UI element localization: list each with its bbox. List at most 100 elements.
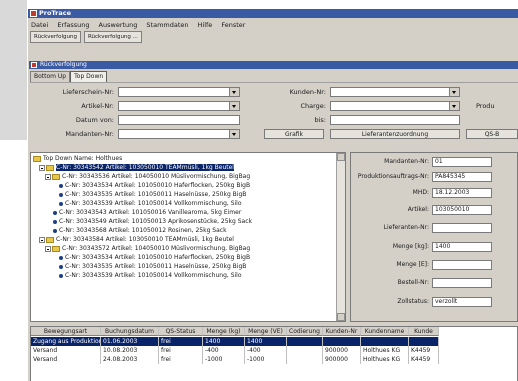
- tab-strip: Bottom Up Top Down: [30, 71, 108, 82]
- column-header[interactable]: QS-Status: [159, 327, 203, 336]
- table-cell: -400: [203, 346, 245, 355]
- menu-bar: Datei Erfassung Auswertung Stammdaten Hi…: [28, 20, 518, 30]
- collapse-icon[interactable]: [45, 173, 51, 180]
- chevron-down-icon[interactable]: [229, 130, 239, 138]
- tree-label: C-Nr: 30343534 Artikel: 101050010 Haferf…: [65, 182, 251, 189]
- lieferschein-field[interactable]: [118, 87, 240, 97]
- menu-erfassung[interactable]: Erfassung: [57, 20, 89, 30]
- menge-e-field[interactable]: [432, 260, 492, 270]
- produ-label: Produ: [476, 102, 495, 110]
- menu-hilfe[interactable]: Hilfe: [198, 20, 213, 30]
- bullet-icon: [59, 192, 63, 197]
- zollstatus-field[interactable]: verzollt: [432, 297, 492, 307]
- scroll-up-icon[interactable]: [337, 153, 345, 161]
- bullet-icon: [59, 183, 63, 188]
- table-cell: K4459: [409, 346, 439, 355]
- menu-auswertung[interactable]: Auswertung: [99, 20, 138, 30]
- bis-label: bis:: [314, 116, 326, 124]
- table-cell: Holthues KG: [361, 355, 409, 364]
- produktionsauftrag-field[interactable]: PA845345: [432, 172, 492, 182]
- table-row[interactable]: Zugang aus Produktion 01.06.2003 frei 14…: [31, 337, 439, 346]
- lieferanten-field[interactable]: [432, 223, 492, 233]
- tree-scrollbar[interactable]: [336, 153, 345, 321]
- lieferantenzuordnung-button[interactable]: Lieferantenzuordnung: [330, 129, 460, 139]
- tab-bottom-up[interactable]: Bottom Up: [30, 71, 71, 82]
- detail-label: Bestell-Nr:: [397, 279, 429, 286]
- artikel-field[interactable]: [118, 101, 240, 111]
- column-header[interactable]: Codierung: [287, 327, 323, 336]
- menu-datei[interactable]: Datei: [31, 20, 48, 30]
- collapse-icon[interactable]: [45, 245, 51, 252]
- charge-field[interactable]: [330, 101, 460, 111]
- table-cell: 1400: [203, 337, 245, 346]
- table-cell: -1000: [245, 355, 287, 364]
- subwindow-title: Rückverfolgung: [40, 61, 87, 68]
- mandanten-field[interactable]: [118, 129, 240, 139]
- scroll-down-icon[interactable]: [337, 313, 345, 321]
- tree-label: C-Nr: 30343572 Artikel: 104050010 Müsliv…: [62, 245, 251, 252]
- column-header[interactable]: Kunden-Nr: [323, 327, 361, 336]
- detail-label: Mandanten-Nr:: [384, 158, 429, 165]
- detail-label: Artikel:: [407, 206, 429, 213]
- datum-von-field[interactable]: [118, 115, 240, 125]
- qs-button[interactable]: QS-B: [466, 129, 518, 139]
- toolbar-rueckverfolgung[interactable]: Rückverfolgung: [30, 31, 81, 43]
- chevron-down-icon[interactable]: [229, 102, 239, 110]
- detail-label: Lieferanten-Nr:: [383, 224, 429, 231]
- toolbar-rueckverfolgung-window[interactable]: Rückverfolgung ...: [83, 31, 142, 43]
- table-cell: 10.08.2003: [101, 346, 159, 355]
- bullet-icon: [53, 219, 57, 224]
- column-header[interactable]: Kunde: [409, 327, 439, 336]
- bis-field[interactable]: [330, 115, 460, 125]
- title-bar: ProTrace: [28, 9, 518, 18]
- table-cell: [287, 337, 323, 346]
- kunden-field[interactable]: [330, 87, 460, 97]
- detail-label: MHD:: [412, 189, 429, 196]
- chevron-down-icon[interactable]: [449, 88, 459, 96]
- bullet-icon: [59, 255, 63, 260]
- tab-top-down[interactable]: Top Down: [70, 71, 108, 82]
- table-row[interactable]: Versand 24.08.2003 frei -1000 -1000 9000…: [31, 355, 439, 364]
- collapse-icon[interactable]: [39, 236, 45, 243]
- column-header[interactable]: Kundenname: [361, 327, 409, 336]
- bullet-icon: [53, 228, 57, 233]
- table-cell: Versand: [31, 346, 101, 355]
- mandanten-nr-field[interactable]: 01: [432, 157, 492, 167]
- folder-icon: [46, 236, 54, 243]
- column-header[interactable]: Buchungsdatum: [101, 327, 159, 336]
- tree-label: C-Nr: 30343535 Artikel: 101050011 Haseln…: [65, 263, 247, 270]
- bestell-field[interactable]: [432, 278, 492, 288]
- tree-leaf[interactable]: C-Nr: 30343539 Artikel: 101050014 Vollko…: [59, 271, 242, 281]
- table-cell: [287, 355, 323, 364]
- folder-icon: [52, 173, 60, 180]
- menu-fenster[interactable]: Fenster: [221, 20, 245, 30]
- datum-von-label: Datum von:: [75, 116, 114, 124]
- chevron-down-icon[interactable]: [449, 102, 459, 110]
- chevron-down-icon[interactable]: [229, 88, 239, 96]
- menge-kg-field[interactable]: 1400: [432, 242, 492, 252]
- artikel-detail-field[interactable]: 103050010: [432, 205, 492, 215]
- tree-label: C-Nr: 30343534 Artikel: 101050010 Haferf…: [65, 254, 251, 261]
- detail-label: Menge [E]:: [396, 261, 429, 268]
- tree-label: C-Nr: 30343539 Artikel: 101050014 Vollko…: [65, 200, 242, 207]
- column-header[interactable]: Menge (kg): [203, 327, 245, 336]
- screenshot: ProTrace Datei Erfassung Auswertung Stam…: [0, 0, 518, 381]
- grafik-button[interactable]: Grafik: [264, 129, 324, 139]
- table-cell: [409, 337, 439, 346]
- mhd-field[interactable]: 18.12.2003: [432, 188, 492, 198]
- table-cell: frei: [159, 337, 203, 346]
- column-header[interactable]: Bewegungsart: [31, 327, 101, 336]
- table-row[interactable]: Versand 10.08.2003 frei -400 -400 900000…: [31, 346, 439, 355]
- menu-stammdaten[interactable]: Stammdaten: [146, 20, 188, 30]
- app-icon: [30, 10, 37, 17]
- lieferschein-label: Lieferschein-Nr:: [62, 88, 114, 96]
- collapse-icon[interactable]: [39, 164, 45, 171]
- column-header[interactable]: Menge (VE): [245, 327, 287, 336]
- table-cell: [361, 337, 409, 346]
- table-cell: frei: [159, 355, 203, 364]
- tree-label: C-Nr: 30343539 Artikel: 101050014 Vollko…: [65, 272, 242, 279]
- kunden-label: Kunden-Nr:: [289, 88, 326, 96]
- folder-icon: [52, 245, 60, 252]
- tracking-tree[interactable]: Top Down Name: Holthues C-Nr: 30343542 A…: [30, 152, 346, 322]
- tree-label: C-Nr: 30343543 Artikel: 101050016 Vanill…: [59, 209, 242, 216]
